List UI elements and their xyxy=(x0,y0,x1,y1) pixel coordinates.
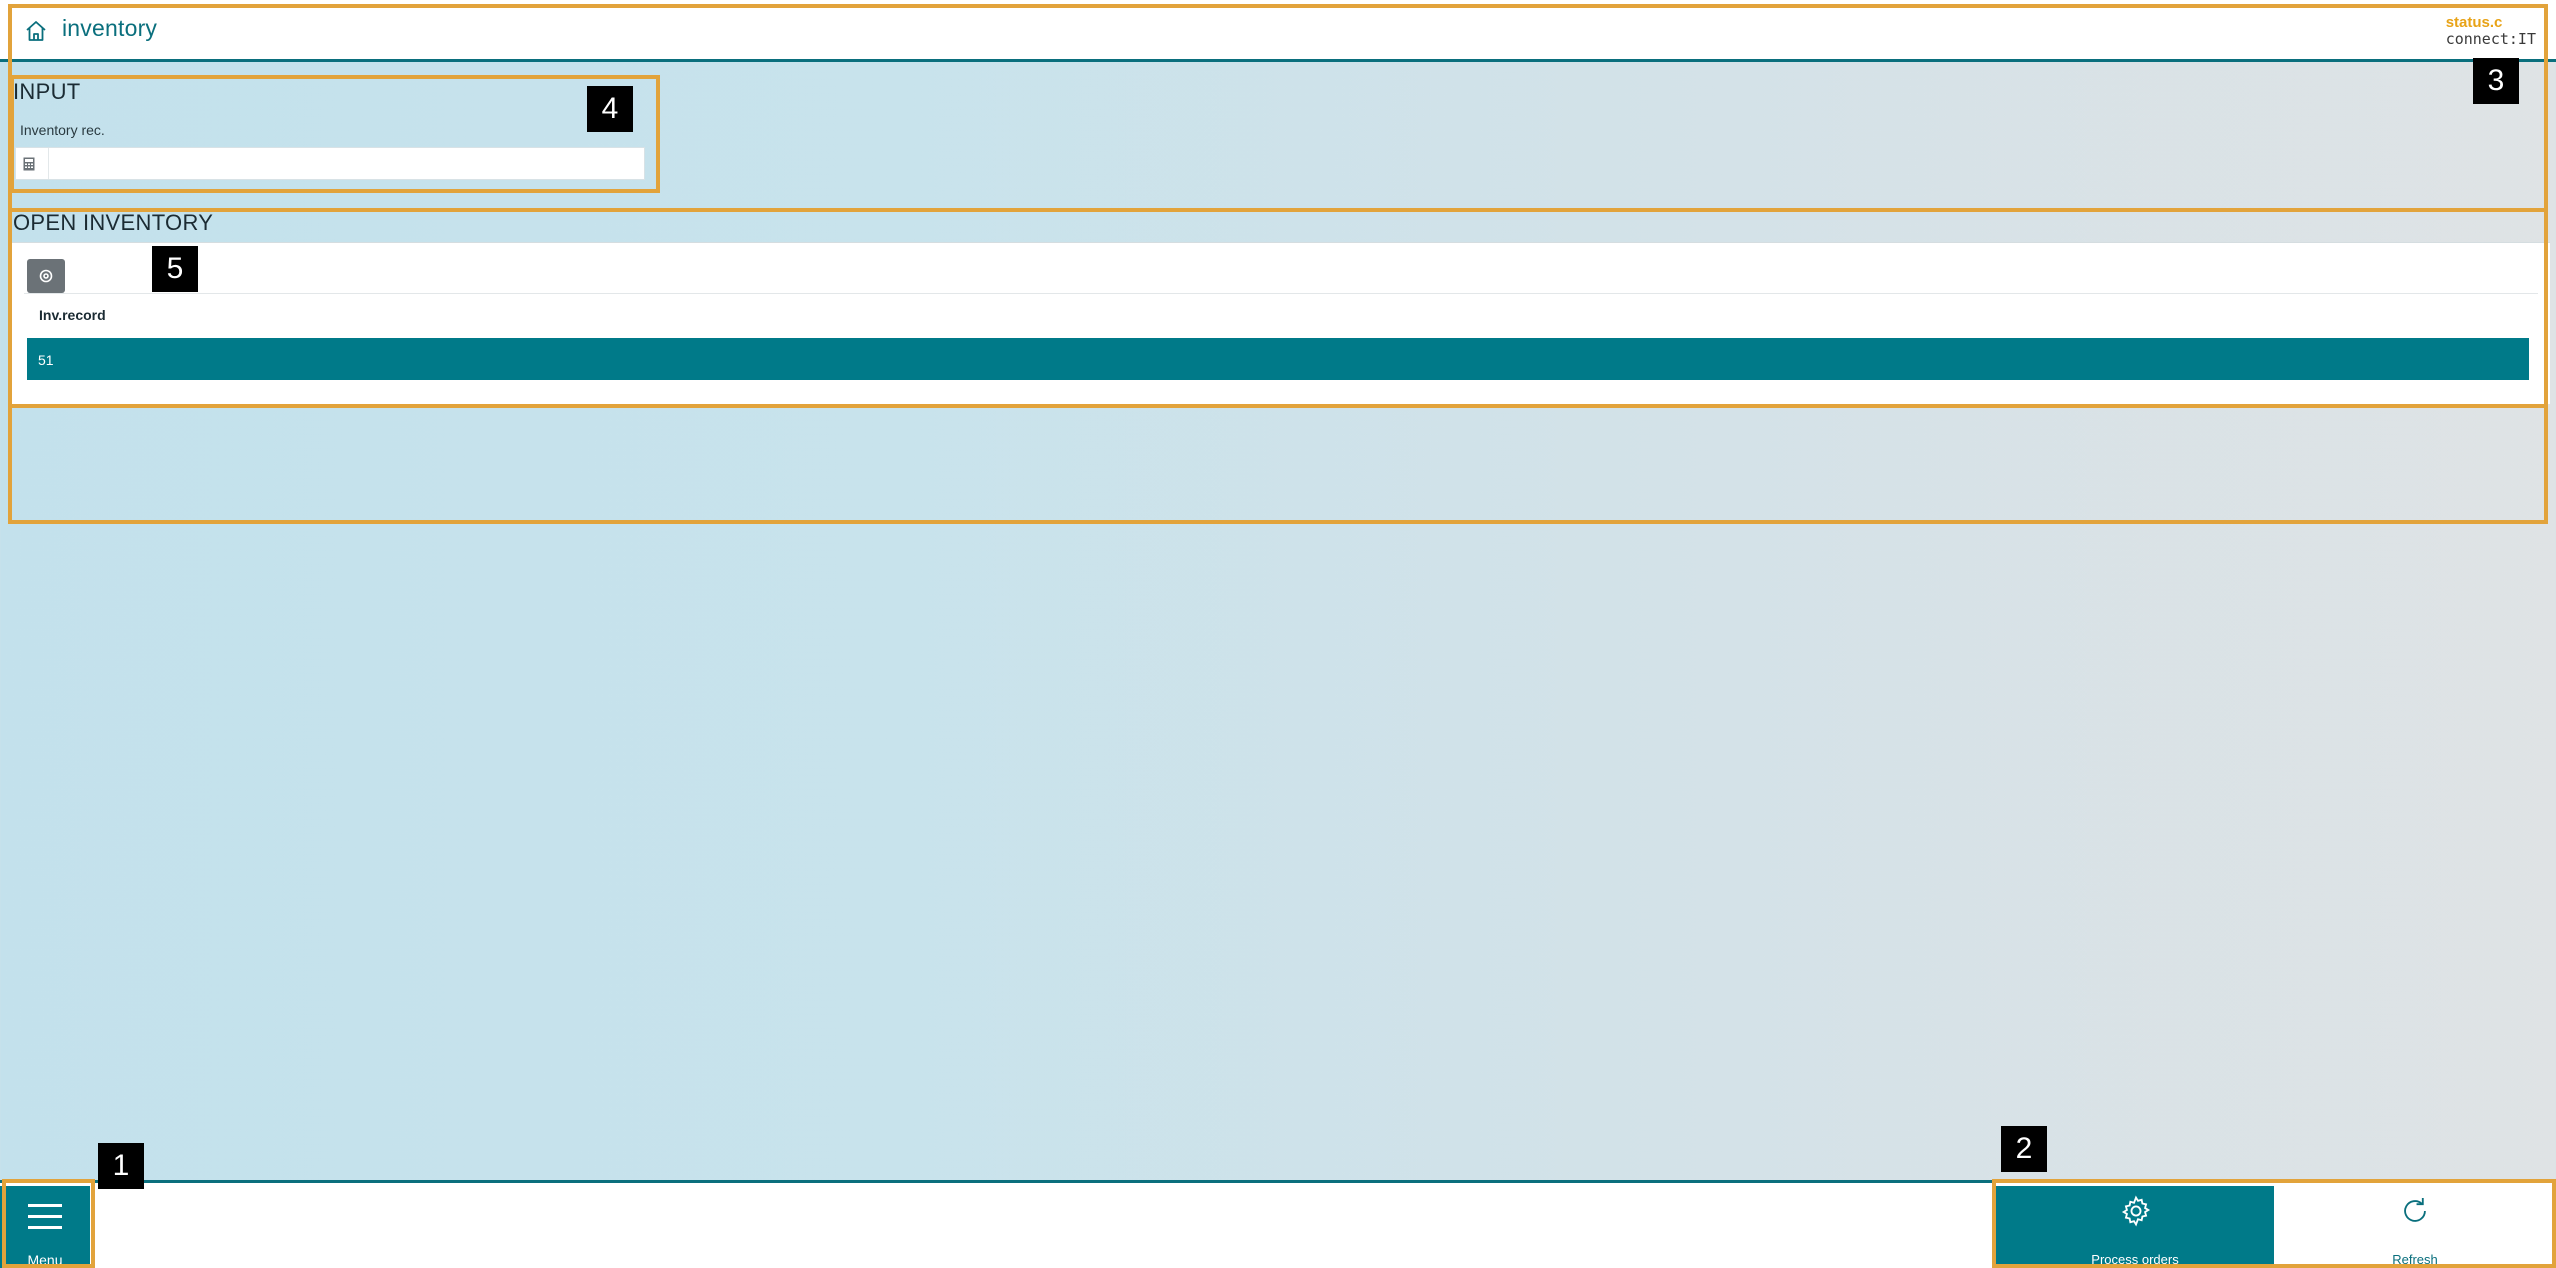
refresh-button[interactable]: Refresh xyxy=(2274,1186,2556,1268)
refresh-icon xyxy=(2404,1197,2426,1222)
menu-button-label: Menu xyxy=(27,1252,63,1268)
bottom-bar: Menu Process orders Refresh xyxy=(0,1180,2556,1268)
annotation-label-1: 1 xyxy=(98,1143,144,1189)
process-orders-button[interactable]: Process orders xyxy=(1996,1186,2274,1268)
menu-button[interactable]: Menu xyxy=(0,1186,90,1268)
annotation-label-2: 2 xyxy=(2001,1126,2047,1172)
panel-divider xyxy=(24,293,2538,294)
annotation-label-5: 5 xyxy=(152,246,198,292)
hamburger-icon xyxy=(28,1204,62,1229)
column-header-inv-record[interactable]: Inv.record xyxy=(39,307,106,323)
brand-logo-bottom: connect:IT xyxy=(2445,30,2536,48)
open-inventory-panel: Inv.record 51 xyxy=(12,242,2550,404)
settings-icon xyxy=(39,269,53,283)
table-settings-button[interactable] xyxy=(27,259,65,293)
brand-logo-top: status.c xyxy=(2445,14,2503,31)
open-inventory-title: OPEN INVENTORY xyxy=(13,210,214,235)
inventory-record-input[interactable] xyxy=(48,148,644,179)
table-row[interactable]: 51 xyxy=(27,338,2529,380)
home-icon[interactable] xyxy=(24,19,48,43)
process-orders-label: Process orders xyxy=(2091,1252,2179,1267)
page-title: inventory xyxy=(62,15,158,41)
cell-inv-record: 51 xyxy=(38,352,54,368)
annotation-label-3: 3 xyxy=(2473,58,2519,104)
gear-icon xyxy=(2121,1195,2151,1227)
refresh-label: Refresh xyxy=(2392,1252,2438,1267)
brand-logo: status.c connect:IT xyxy=(2445,14,2536,48)
app-header: inventory status.c connect:IT xyxy=(0,0,2556,62)
input-section-title: INPUT xyxy=(13,79,81,104)
calculator-icon xyxy=(22,157,36,171)
annotation-label-4: 4 xyxy=(587,86,633,132)
inventory-record-field[interactable] xyxy=(15,147,645,180)
inventory-record-label: Inventory rec. xyxy=(20,122,105,138)
